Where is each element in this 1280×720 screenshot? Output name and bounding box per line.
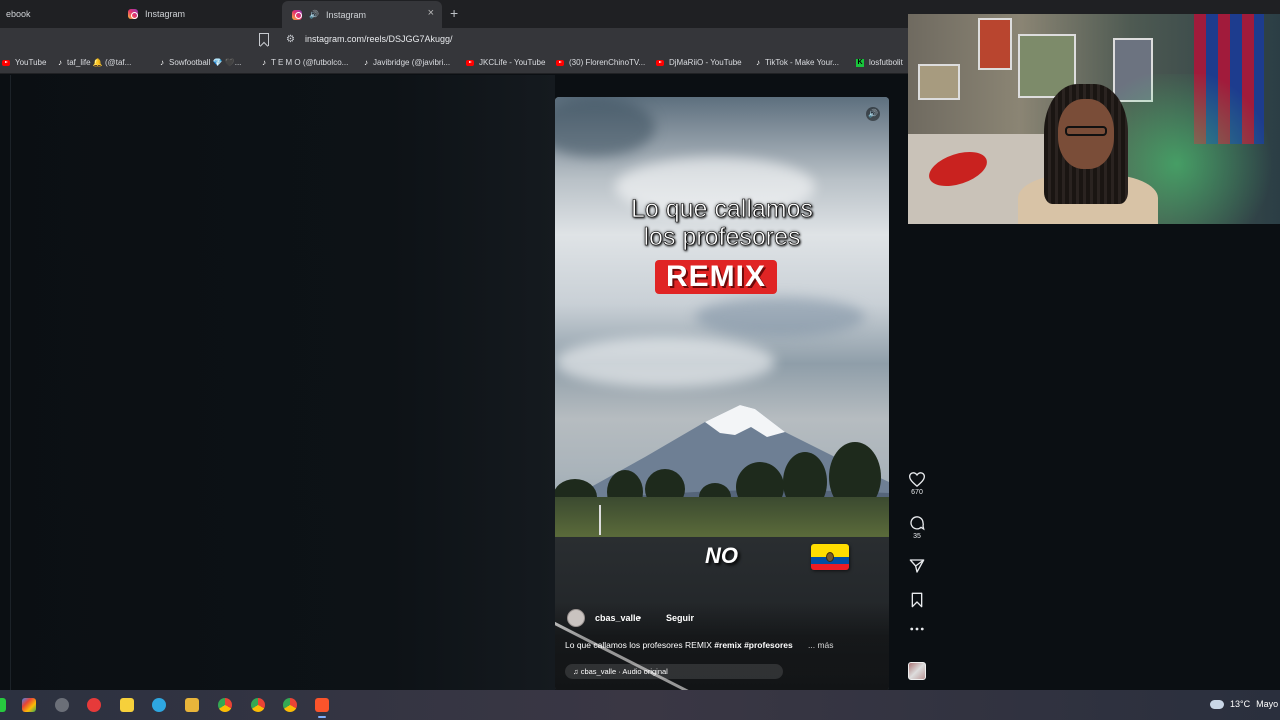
start-icon[interactable]: [0, 698, 6, 712]
audio-playing-icon[interactable]: 🔊: [309, 10, 319, 19]
youtube-icon: [556, 59, 564, 66]
reel-title-line2: los profesores: [643, 223, 801, 252]
bookmark-item[interactable]: YouTube: [2, 58, 46, 67]
tab-label: Instagram: [145, 9, 186, 19]
app-icon[interactable]: [55, 698, 69, 712]
cloud: [555, 337, 775, 387]
cloud-icon: [1210, 699, 1224, 709]
tiktok-icon: ♪: [58, 58, 62, 67]
youtube-icon: [656, 59, 664, 66]
tiktok-icon: ♪: [364, 58, 368, 67]
bookmark-item[interactable]: ♪ T E M O (@futbolco...: [262, 58, 348, 67]
youtube-icon: [466, 59, 474, 66]
caption-hashtags[interactable]: #remix #profesores: [714, 640, 792, 650]
brave-icon[interactable]: [315, 698, 329, 712]
url-field[interactable]: instagram.com/reels/DSJGG7Akugg/: [305, 34, 453, 44]
tiktok-icon: ♪: [160, 58, 164, 67]
share-button[interactable]: [900, 558, 934, 574]
app-icon[interactable]: [87, 698, 101, 712]
screen: ebook Instagram 🔊 Instagram × + ⚙ instag…: [0, 0, 1280, 720]
bookmark-label: TikTok - Make Your...: [765, 58, 839, 67]
chrome-icon[interactable]: [251, 698, 265, 712]
instagram-icon: [128, 9, 138, 19]
save-button[interactable]: [900, 592, 934, 608]
reel-title-line1: Lo que callamos: [630, 195, 814, 224]
comment-button[interactable]: 35: [900, 515, 934, 540]
bookmark-item[interactable]: JKCLife - YouTube: [466, 58, 545, 67]
bookmark-item[interactable]: (30) FlorenChinoTV...: [556, 58, 645, 67]
separator-dot: •: [638, 613, 642, 623]
bookmark-label: Javibridge (@javibri...: [373, 58, 451, 67]
telegram-icon[interactable]: [152, 698, 166, 712]
bookmark-label: (30) FlorenChinoTV...: [569, 58, 646, 67]
ecuador-flag-icon: [811, 544, 849, 570]
close-tab-icon[interactable]: ×: [428, 7, 434, 19]
divider: [10, 75, 11, 690]
tiktok-icon: ♪: [756, 58, 760, 67]
weather-widget[interactable]: 13°C Mayo: [1210, 699, 1278, 709]
remix-label: REMIX: [655, 260, 777, 294]
like-count: 670: [911, 489, 923, 496]
follow-button[interactable]: Seguir: [666, 613, 694, 623]
tab-facebook[interactable]: ebook: [0, 2, 114, 26]
tab-instagram-active[interactable]: 🔊 Instagram ×: [282, 1, 442, 28]
bookmark-label: JKCLife - YouTube: [479, 58, 546, 67]
bookmark-label: Sowfootball 💎 🖤...: [169, 58, 242, 67]
folder-icon[interactable]: [185, 698, 199, 712]
bookmark-label: DjMaRiiO - YouTube: [669, 58, 742, 67]
avatar[interactable]: [567, 609, 585, 627]
poster: [918, 64, 960, 100]
send-icon: [909, 559, 925, 573]
instagram-icon: [292, 9, 302, 20]
poster: [978, 18, 1012, 70]
cloud: [695, 297, 865, 337]
site-settings-icon[interactable]: ⚙: [286, 34, 295, 45]
left-backdrop: [0, 75, 555, 690]
bookmark-item[interactable]: ♪ Javibridge (@javibri...: [364, 58, 450, 67]
youtube-icon: [2, 59, 10, 66]
like-button[interactable]: 670: [900, 472, 934, 496]
heart-icon: [909, 472, 925, 487]
bookmark-item[interactable]: ♪ Sowfootball 💎 🖤...: [160, 58, 241, 67]
bookmark-item[interactable]: DjMaRiiO - YouTube: [656, 58, 742, 67]
more-icon: [910, 627, 924, 631]
tiktok-icon: ♪: [262, 58, 266, 67]
tab-label: Instagram: [325, 9, 366, 20]
tab-instagram-1[interactable]: Instagram: [118, 2, 278, 26]
bookmark-item[interactable]: ♪ taf_life 🔔 (@taf...: [58, 58, 131, 67]
more-link[interactable]: ... más: [808, 640, 834, 650]
more-options-button[interactable]: [900, 626, 934, 632]
weather-text: Mayo: [1256, 699, 1279, 709]
sticky-notes-icon[interactable]: [120, 698, 134, 712]
bookmark-item[interactable]: ♪ TikTok - Make Your...: [756, 58, 839, 67]
weather-temp: 13°C: [1230, 699, 1251, 709]
webcam-overlay: [908, 14, 1280, 224]
audio-thumbnail[interactable]: [908, 662, 926, 680]
bookmark-save-icon: [911, 592, 923, 608]
chrome-icon[interactable]: [283, 698, 297, 712]
bookmark-label: taf_life 🔔 (@taf...: [67, 58, 132, 67]
comment-count: 35: [913, 533, 921, 540]
tab-label: ebook: [6, 9, 31, 19]
audio-track[interactable]: ♫ cbas_valle · Audio original: [565, 664, 783, 679]
reel-video[interactable]: 🔊 Lo que callamos los profesores REMIX N…: [555, 97, 889, 691]
reel-caption: Lo que callamos los profesores REMIX #re…: [565, 640, 793, 650]
new-tab-button[interactable]: +: [450, 5, 458, 21]
comment-icon: [910, 516, 925, 531]
chrome-icon[interactable]: [218, 698, 232, 712]
bookmark-icon[interactable]: [259, 33, 269, 46]
volume-icon[interactable]: 🔊: [866, 107, 880, 121]
bookmark-label: YouTube: [15, 58, 47, 67]
reel-username[interactable]: cbas_valle: [595, 613, 641, 623]
person-glasses: [1065, 126, 1107, 136]
bookmark-item[interactable]: Klosfutbolit: [856, 58, 903, 67]
active-indicator: [318, 716, 326, 718]
caption-text: Lo que callamos los profesores REMIX: [565, 640, 715, 650]
bookmark-label: losfutbolit: [869, 58, 903, 67]
overlay-word: NO: [705, 543, 738, 568]
road-post: [599, 505, 601, 535]
kick-icon: K: [856, 58, 864, 67]
app-icon[interactable]: [22, 698, 36, 712]
bookmark-label: T E M O (@futbolco...: [271, 58, 349, 67]
